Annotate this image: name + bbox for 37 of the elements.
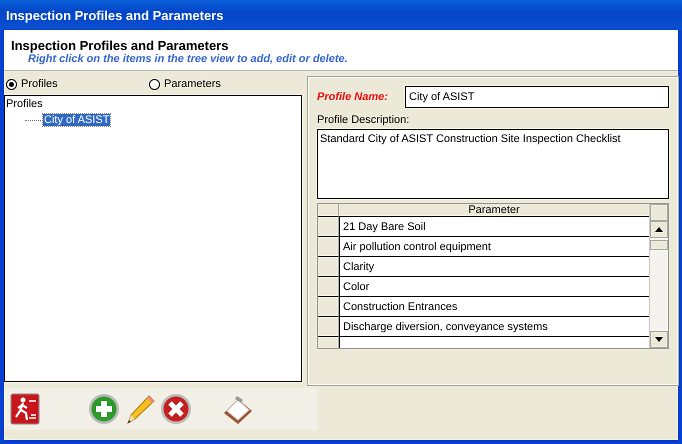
tree-item[interactable]: City of ASIST [43,114,110,126]
table-cell: Discharge diversion, conveyance systems [339,317,649,337]
field-label: Profile Description: [317,114,410,126]
add-icon[interactable] [88,393,120,425]
row-header[interactable] [318,277,339,297]
column-header: Parameter [339,204,649,217]
table-cell: Construction Entrances [339,297,649,317]
table-cell: Clarity [339,257,649,277]
window-title: Inspection Profiles and Parameters [6,8,224,22]
parameter-table[interactable]: Parameter 21 Day Bare Soil Air pollution control equipment Clarity Color Construction Entrances Discharge diversion, conveyance systems [317,203,669,349]
tree-view[interactable]: Profiles City of ASIST [4,95,302,382]
tree-item[interactable]: Profiles [5,98,44,110]
scroll-up-button[interactable] [650,221,668,238]
scroll-down-icon[interactable] [655,337,663,342]
pencil-icon[interactable] [124,393,156,425]
row-header[interactable] [318,317,339,337]
scrollbar[interactable] [649,204,668,348]
hint-text: Right click on the items in the tree view to add, edit or delete. [27,53,349,65]
header-title: Inspection Profiles and Parameters [11,38,230,53]
profile-name-field[interactable]: City of ASIST [405,86,669,108]
delete-icon[interactable] [160,393,192,425]
scroll-thumb[interactable] [650,240,668,250]
row-header[interactable] [318,237,339,257]
row-header[interactable] [318,217,339,237]
corner-header [318,204,339,217]
row-header[interactable] [318,297,339,317]
scroll-down-button[interactable] [650,331,668,348]
radio-button[interactable]: Profiles [6,78,149,90]
table-cell: 21 Day Bare Soil [339,217,649,237]
scroll-up-icon[interactable] [655,227,663,232]
radio-button[interactable]: Parameters [149,78,292,90]
table-cell: Air pollution control equipment [339,237,649,257]
table-cell: Color [339,277,649,297]
field-label: Profile Name: [317,91,389,103]
description-field[interactable]: Standard City of ASIST Construction Site Inspection Checklist [317,129,669,199]
row-header[interactable] [318,257,339,277]
exit-icon[interactable] [10,393,40,425]
